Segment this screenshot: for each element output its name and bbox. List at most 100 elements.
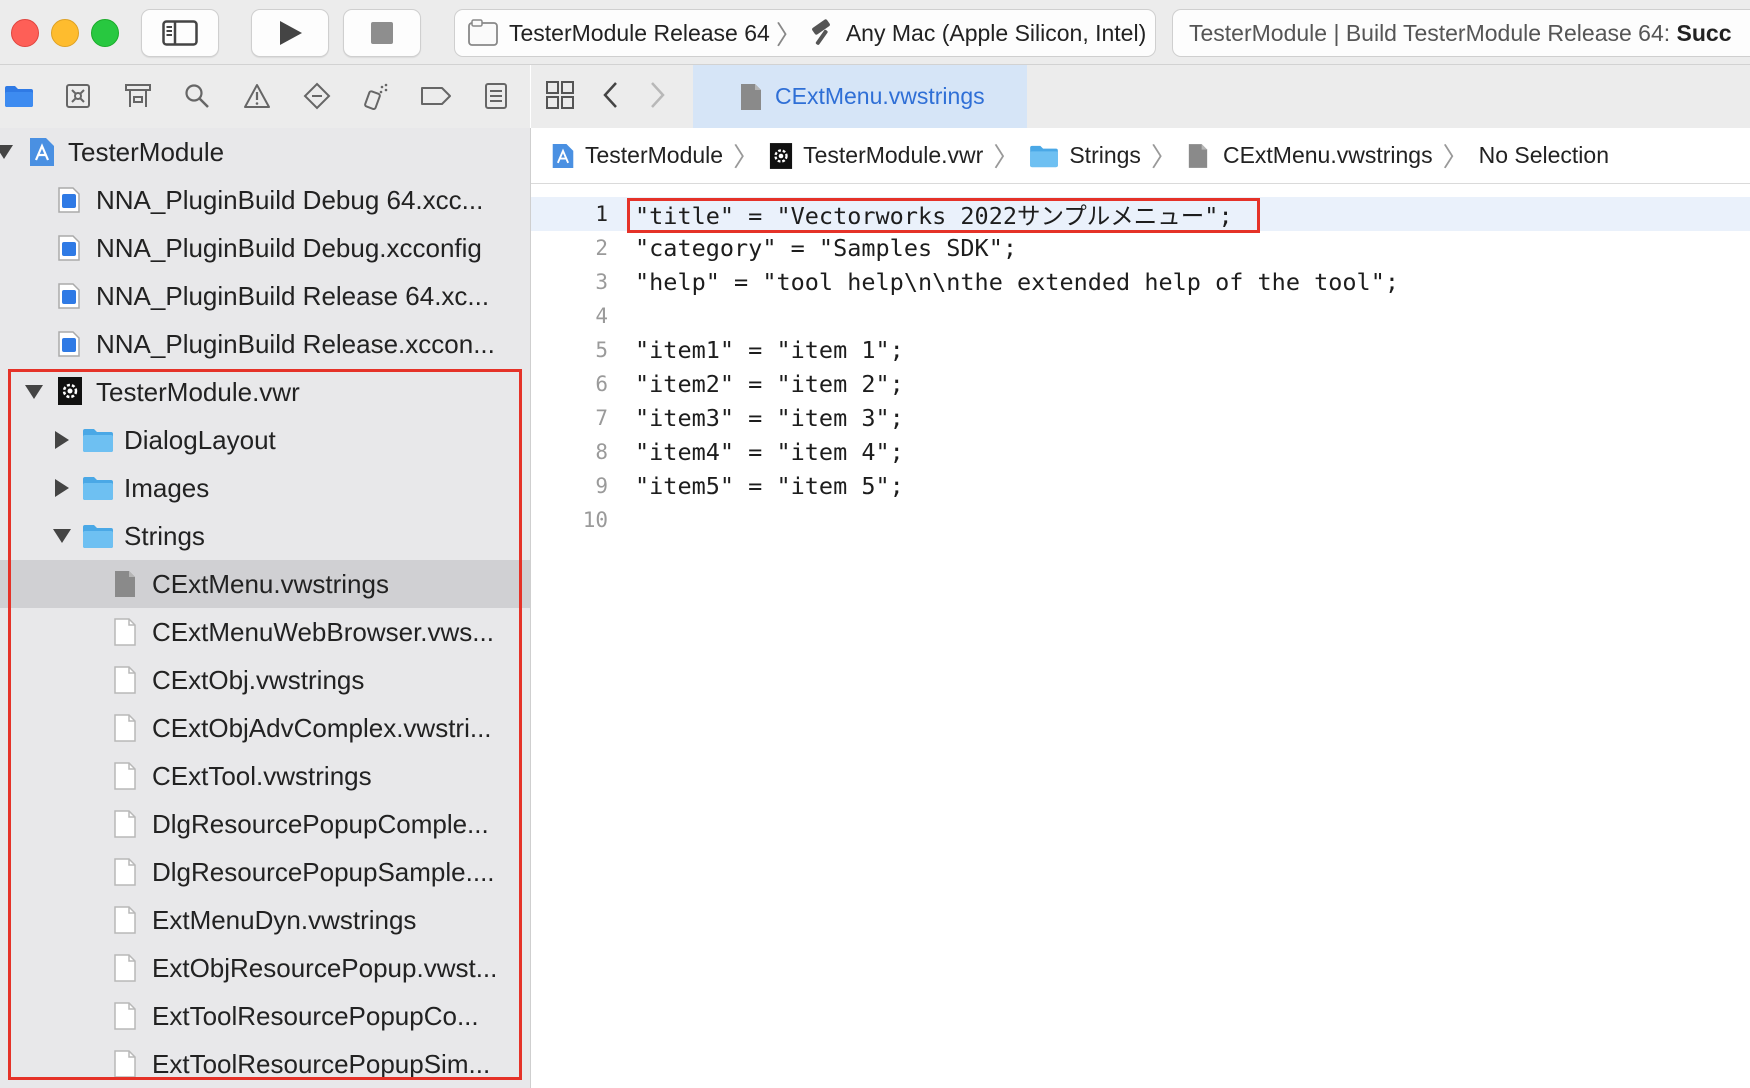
code-line[interactable]: 6 "item2" = "item 2"; xyxy=(531,367,1750,401)
toggle-navigator-button[interactable] xyxy=(141,9,219,57)
zoom-window-button[interactable] xyxy=(91,19,119,47)
disclosure-open-icon[interactable] xyxy=(25,385,43,399)
jump-bar: TesterModule 〉 TesterModule.vwr 〉 String… xyxy=(531,128,1750,184)
disclosure-open-icon[interactable] xyxy=(0,145,13,159)
disclosure-closed-icon[interactable] xyxy=(55,479,69,497)
related-items-button[interactable] xyxy=(545,80,575,115)
code-line[interactable]: 5 "item1" = "item 1"; xyxy=(531,333,1750,367)
chevron-right-icon xyxy=(651,82,665,108)
code-line[interactable]: 7 "item3" = "item 3"; xyxy=(531,401,1750,435)
code-line[interactable]: 3 "help" = "tool help\n\nthe extended he… xyxy=(531,265,1750,299)
chevron-left-icon xyxy=(603,82,617,108)
tree-row-file[interactable]: CExtMenuWebBrowser.vws... xyxy=(0,608,530,656)
tree-label: DlgResourcePopupSample.... xyxy=(152,856,495,887)
jumpbar-bundle[interactable]: TesterModule.vwr xyxy=(769,142,983,170)
line-number: 2 xyxy=(595,236,608,260)
code-line[interactable]: 4 xyxy=(531,299,1750,333)
jumpbar-label: Strings xyxy=(1069,142,1141,168)
nav-tab-breakpoints[interactable] xyxy=(419,79,453,113)
xcconfig-file-icon xyxy=(58,331,80,357)
tree-row-file[interactable]: ExtToolResourcePopupSim... xyxy=(0,1040,530,1088)
code-text: "category" = "Samples SDK"; xyxy=(635,234,1018,262)
code-line[interactable]: 1 "title" = "Vectorworks 2022サンプルメニュー"; xyxy=(531,197,1750,231)
document-icon xyxy=(114,1002,136,1030)
nav-tab-tests[interactable] xyxy=(300,79,334,113)
nav-tab-source-control[interactable] xyxy=(61,79,95,113)
code-text: "item3" = "item 3"; xyxy=(635,404,904,432)
strings-file-icon xyxy=(1188,143,1208,168)
disclosure-open-icon[interactable] xyxy=(53,529,71,543)
tree-row-file[interactable]: CExtObjAdvComplex.vwstri... xyxy=(0,704,530,752)
activity-status: TesterModule | Build TesterModule Releas… xyxy=(1172,9,1750,57)
nav-tab-reports[interactable] xyxy=(479,79,513,113)
xcode-project-icon xyxy=(30,138,54,166)
tree-row-file[interactable]: ExtMenuDyn.vwstrings xyxy=(0,896,530,944)
source-editor[interactable]: 1 "title" = "Vectorworks 2022サンプルメニュー"; … xyxy=(531,184,1750,1088)
tree-row-project[interactable]: TesterModule xyxy=(0,128,530,176)
chevron-right-icon: 〉 xyxy=(1150,142,1177,172)
tree-label: DialogLayout xyxy=(124,424,276,455)
disclosure-closed-icon[interactable] xyxy=(55,431,69,449)
xcconfig-file-icon xyxy=(58,187,80,213)
scheme-selector[interactable]: TesterModule Release 64 〉 Any Mac (Apple… xyxy=(454,9,1156,57)
code-text: "item4" = "item 4"; xyxy=(635,438,904,466)
tree-row-file[interactable]: CExtTool.vwstrings xyxy=(0,752,530,800)
line-number: 6 xyxy=(595,372,608,396)
tree-label: ExtToolResourcePopupCo... xyxy=(152,1000,479,1031)
nav-tab-symbols[interactable] xyxy=(121,79,155,113)
tree-row-folder[interactable]: Images xyxy=(0,464,530,512)
chevron-right-icon: 〉 xyxy=(733,142,760,172)
code-line[interactable]: 8 "item4" = "item 4"; xyxy=(531,435,1750,469)
document-icon xyxy=(114,906,136,934)
back-button[interactable] xyxy=(601,79,621,116)
tree-label: CExtTool.vwstrings xyxy=(152,760,372,791)
search-icon xyxy=(185,84,209,108)
tree-label: NNA_PluginBuild Release 64.xc... xyxy=(96,280,490,311)
forward-button[interactable] xyxy=(647,79,667,116)
jumpbar-file[interactable]: CExtMenu.vwstrings xyxy=(1187,142,1433,170)
tree-row-folder[interactable]: DialogLayout xyxy=(0,416,530,464)
chevron-right-icon: 〉 xyxy=(993,142,1020,172)
window-toolbar: TesterModule Release 64 〉 Any Mac (Apple… xyxy=(0,0,1750,65)
code-line[interactable]: 10 xyxy=(531,503,1750,537)
folder-icon xyxy=(5,86,33,107)
nav-tab-issues[interactable] xyxy=(240,79,274,113)
chevron-right-icon: 〉 xyxy=(775,19,802,50)
jumpbar-project[interactable]: TesterModule xyxy=(551,142,723,170)
tree-row-file[interactable]: NNA_PluginBuild Release 64.xc... xyxy=(0,272,530,320)
tree-row-file[interactable]: NNA_PluginBuild Release.xccon... xyxy=(0,320,530,368)
tree-row-file[interactable]: NNA_PluginBuild Debug.xcconfig xyxy=(0,224,530,272)
close-window-button[interactable] xyxy=(11,19,39,47)
stop-button[interactable] xyxy=(343,9,421,57)
jumpbar-folder[interactable]: Strings xyxy=(1029,142,1141,169)
tree-row-file[interactable]: NNA_PluginBuild Debug 64.xcc... xyxy=(0,176,530,224)
minimize-window-button[interactable] xyxy=(51,19,79,47)
nav-tab-project[interactable] xyxy=(2,79,36,113)
line-number: 3 xyxy=(595,270,608,294)
jumpbar-selection[interactable]: No Selection xyxy=(1479,142,1609,169)
tree-row-file[interactable]: ExtObjResourcePopup.vwst... xyxy=(0,944,530,992)
bundle-gear-icon xyxy=(58,377,82,405)
tree-row-file[interactable]: ExtToolResourcePopupCo... xyxy=(0,992,530,1040)
hierarchy-icon xyxy=(125,84,151,107)
tree-label: NNA_PluginBuild Debug 64.xcc... xyxy=(96,184,484,215)
editor-tab-active[interactable]: CExtMenu.vwstrings xyxy=(693,65,1027,128)
tree-label: TesterModule xyxy=(68,136,225,167)
code-line[interactable]: 9 "item5" = "item 5"; xyxy=(531,469,1750,503)
tree-label: TesterModule.vwr xyxy=(96,376,300,407)
tree-row-file-selected[interactable]: CExtMenu.vwstrings xyxy=(0,560,530,608)
tree-row-bundle[interactable]: TesterModule.vwr xyxy=(0,368,530,416)
code-line[interactable]: 2 "category" = "Samples SDK"; xyxy=(531,231,1750,265)
nav-tab-find[interactable] xyxy=(180,79,214,113)
tree-row-file[interactable]: CExtObj.vwstrings xyxy=(0,656,530,704)
tree-row-folder[interactable]: Strings xyxy=(0,512,530,560)
tree-row-file[interactable]: DlgResourcePopupComple... xyxy=(0,800,530,848)
tree-label: ExtObjResourcePopup.vwst... xyxy=(152,952,498,983)
nav-tab-debug[interactable] xyxy=(359,79,393,113)
sidebar-icon xyxy=(162,20,198,46)
tab-title: CExtMenu.vwstrings xyxy=(775,83,985,109)
tree-label: NNA_PluginBuild Release.xccon... xyxy=(96,328,495,359)
line-number: 4 xyxy=(595,304,608,328)
tree-row-file[interactable]: DlgResourcePopupSample.... xyxy=(0,848,530,896)
run-button[interactable] xyxy=(251,9,329,57)
